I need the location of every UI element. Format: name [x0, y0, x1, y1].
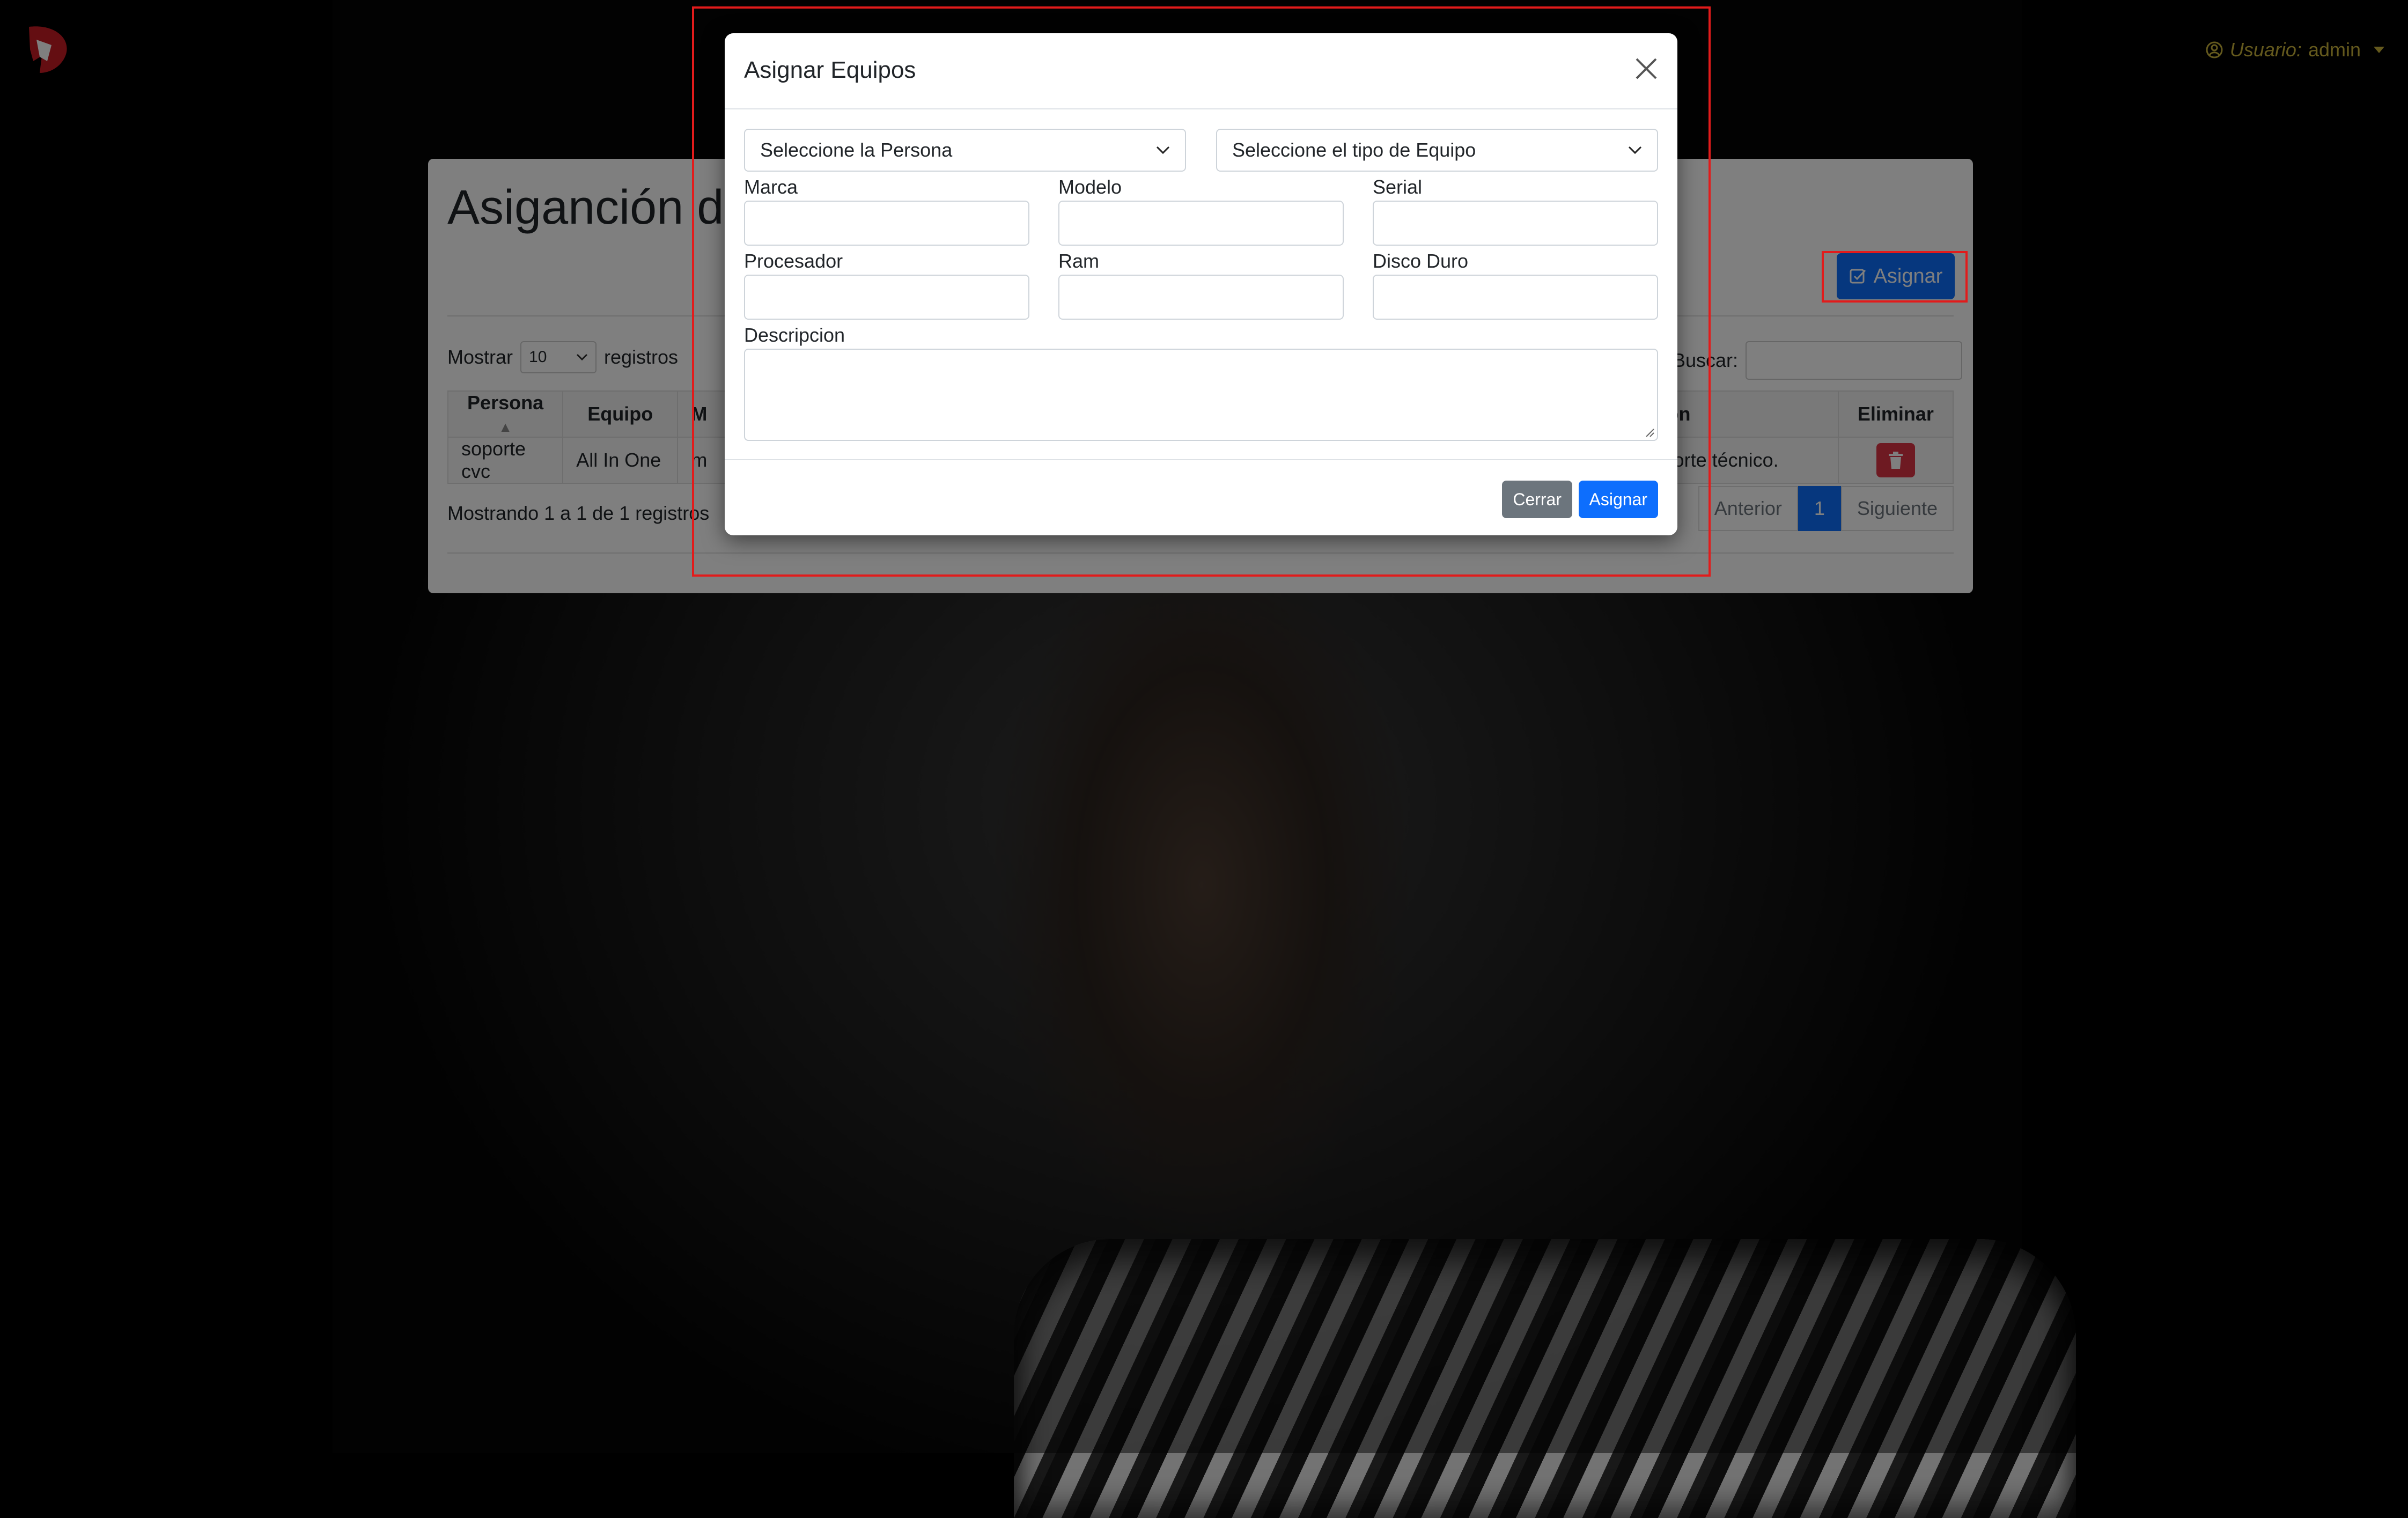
serial-input[interactable]: [1373, 201, 1658, 246]
procesador-label: Procesador: [744, 250, 843, 272]
disco-duro-label: Disco Duro: [1373, 250, 1469, 272]
disco-duro-input[interactable]: [1373, 275, 1658, 320]
tipo-equipo-select-value: Seleccione el tipo de Equipo: [1232, 139, 1476, 161]
ram-input[interactable]: [1058, 275, 1344, 320]
chevron-down-icon: [1628, 146, 1642, 154]
modal-footer: Cerrar Asignar: [725, 459, 1677, 536]
highlight-assign-button: [1822, 251, 1968, 303]
serial-label: Serial: [1373, 176, 1423, 198]
assign-submit-button[interactable]: Asignar: [1578, 481, 1658, 518]
modelo-label: Modelo: [1058, 176, 1122, 198]
persona-select[interactable]: Seleccione la Persona: [744, 129, 1186, 172]
modal-title: Asignar Equipos: [744, 57, 916, 83]
assign-modal: Asignar Equipos Seleccione la Persona Se…: [725, 33, 1677, 535]
chevron-down-icon: [1156, 146, 1170, 154]
resize-grip-icon[interactable]: [1643, 426, 1655, 438]
ram-label: Ram: [1058, 250, 1100, 272]
modal-header: Asignar Equipos: [725, 33, 1677, 109]
tipo-equipo-select[interactable]: Seleccione el tipo de Equipo: [1216, 129, 1658, 172]
close-icon[interactable]: [1632, 55, 1660, 83]
descripcion-label: Descripcion: [744, 324, 845, 346]
descripcion-textarea[interactable]: [744, 349, 1658, 441]
marca-input[interactable]: [744, 201, 1029, 246]
procesador-input[interactable]: [744, 275, 1029, 320]
marca-label: Marca: [744, 176, 798, 198]
close-button[interactable]: Cerrar: [1502, 481, 1572, 518]
modelo-input[interactable]: [1058, 201, 1344, 246]
persona-select-value: Seleccione la Persona: [760, 139, 953, 161]
